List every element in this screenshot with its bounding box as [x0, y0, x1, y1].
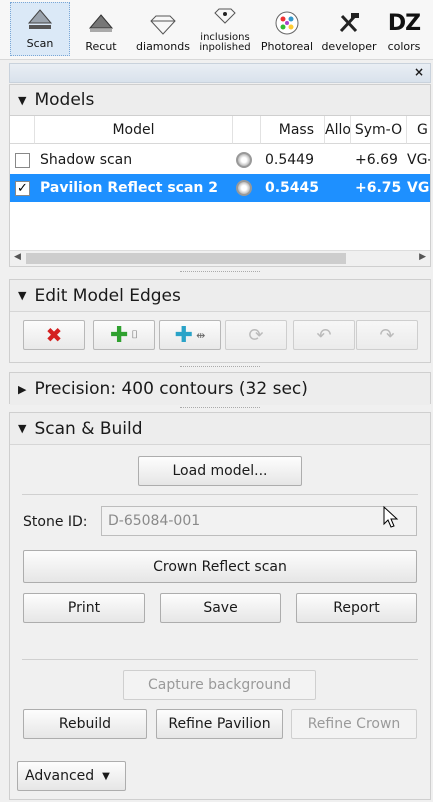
precision-title: Precision: 400 contours (32 sec) — [34, 379, 308, 399]
toolbar-photoreal-label: Photoreal — [260, 40, 314, 53]
scroll-right-icon[interactable]: ▶ — [419, 252, 426, 262]
toolbar-diamonds-label: diamonds — [136, 40, 190, 53]
scroll-thumb[interactable] — [26, 253, 346, 264]
model-grade: VG- — [407, 180, 430, 196]
expand-arrow-icon: ▶ — [18, 382, 27, 396]
table-row[interactable]: Shadow scan 0.5449 +6.69 VG- — [10, 146, 431, 174]
load-model-button[interactable]: Load model... — [138, 456, 302, 486]
toolbar-recut-button[interactable]: Recut — [70, 0, 132, 58]
model-grade: VG- — [407, 152, 431, 168]
refresh-icon: ⟳ — [248, 324, 264, 346]
toolbar-scan-label: Scan — [26, 37, 54, 50]
advanced-dropdown[interactable]: Advanced ▼ — [17, 761, 126, 791]
toolbar-developer-label: developer — [321, 40, 377, 53]
models-header[interactable]: ▼ Models — [10, 85, 430, 116]
delete-edge-button[interactable]: ✖ — [23, 320, 85, 350]
panel-title-strip: × — [9, 63, 431, 83]
dz-logo-icon: DZ — [387, 10, 421, 36]
capture-background-button[interactable]: Capture background — [123, 670, 316, 700]
close-panel-button[interactable]: × — [414, 65, 424, 79]
toolbar-colors-label: colors — [387, 40, 421, 53]
splitter-grip[interactable] — [180, 407, 260, 411]
model-sym: +6.75 — [355, 180, 402, 196]
col-mass-header[interactable]: Mass — [261, 116, 325, 144]
row-checkbox[interactable] — [15, 152, 30, 168]
model-name: Pavilion Reflect scan 2 — [40, 180, 218, 196]
precision-section: ▶ Precision: 400 contours (32 sec) — [9, 372, 431, 405]
move-icon: ⇹ — [196, 328, 206, 342]
divider — [22, 494, 418, 495]
toolbar-colors-button[interactable]: DZ colors — [380, 0, 428, 58]
tools-icon — [334, 8, 364, 38]
splitter-grip[interactable] — [180, 366, 260, 370]
mouse-cursor-icon — [383, 505, 399, 528]
teal-plus-icon: ✚ — [174, 322, 194, 348]
delete-x-icon: ✖ — [45, 323, 63, 347]
refine-crown-button[interactable]: Refine Crown — [291, 709, 417, 739]
toolbar-recut-label: Recut — [85, 40, 117, 53]
add-move-edge-button[interactable]: ✚ ⇹ — [159, 320, 221, 350]
divider — [22, 659, 418, 660]
refine-pavilion-button[interactable]: Refine Pavilion — [156, 709, 283, 739]
col-g-header[interactable]: G — [407, 116, 430, 144]
rebuild-button[interactable]: Rebuild — [23, 709, 147, 739]
refresh-edges-button[interactable]: ⟳ — [225, 320, 287, 350]
model-mass: 0.5445 — [265, 180, 320, 196]
model-mass: 0.5449 — [265, 152, 314, 168]
edit-edges-header[interactable]: ▼ Edit Model Edges — [10, 280, 430, 312]
scan-build-header[interactable]: ▼ Scan & Build — [10, 413, 430, 445]
recut-icon — [86, 8, 116, 38]
row-checkbox[interactable]: ✓ — [15, 180, 30, 196]
splitter-grip[interactable] — [180, 271, 260, 275]
toolbar-inclusions-button[interactable]: inclusions inpolished — [194, 0, 256, 58]
stone-id-field[interactable]: D-65084-001 — [101, 506, 417, 536]
col-symo-header[interactable]: Sym-O — [351, 116, 407, 144]
undo-icon: ↶ — [316, 324, 332, 346]
model-name: Shadow scan — [40, 152, 133, 168]
add-locked-edge-button[interactable]: ✚ ⌷ — [93, 320, 155, 350]
scroll-left-icon[interactable]: ◀ — [14, 252, 21, 262]
toolbar-inclusions-label-2: inpolished — [199, 42, 251, 53]
scan-icon — [25, 5, 55, 35]
edit-edges-title: Edit Model Edges — [34, 285, 181, 306]
collapse-arrow-icon: ▼ — [18, 93, 27, 107]
report-button[interactable]: Report — [296, 593, 417, 623]
top-toolbar: Scan Recut diamonds inclusions inpolishe… — [0, 0, 433, 60]
col-model-header[interactable]: Model — [35, 116, 233, 144]
gem-icon — [236, 152, 252, 168]
undo-button[interactable]: ↶ — [293, 320, 355, 350]
precision-header[interactable]: ▶ Precision: 400 contours (32 sec) — [10, 373, 430, 405]
toolbar-diamonds-button[interactable]: diamonds — [132, 0, 194, 58]
toolbar-developer-button[interactable]: developer — [318, 0, 380, 58]
models-table: Model Mass Allo Sym-O G Shadow scan 0.54… — [9, 115, 431, 267]
col-icon-header — [233, 116, 261, 144]
diamond-icon — [148, 8, 178, 38]
save-button[interactable]: Save — [160, 593, 281, 623]
col-check-header — [10, 116, 35, 144]
toolbar-scan-button[interactable]: Scan — [10, 2, 70, 56]
models-title: Models — [34, 90, 95, 110]
model-sym: +6.69 — [355, 152, 398, 168]
col-allo-header[interactable]: Allo — [325, 116, 351, 144]
toolbar-photoreal-button[interactable]: Photoreal — [256, 0, 318, 58]
advanced-label: Advanced — [25, 768, 95, 784]
horizontal-scrollbar[interactable]: ◀ ▶ — [10, 250, 430, 266]
lock-icon: ⌷ — [131, 328, 139, 341]
models-section: ▼ Models — [9, 84, 431, 116]
chevron-down-icon: ▼ — [102, 770, 110, 782]
green-plus-icon: ✚ — [109, 322, 129, 348]
stone-id-label: Stone ID: — [23, 514, 88, 530]
inclusion-diamond-icon — [210, 1, 240, 31]
redo-icon: ↷ — [379, 324, 395, 346]
redo-button[interactable]: ↷ — [356, 320, 418, 350]
photoreal-icon — [272, 8, 302, 38]
gem-icon — [236, 180, 252, 196]
collapse-arrow-icon: ▼ — [18, 289, 27, 302]
table-row[interactable]: ✓ Pavilion Reflect scan 2 0.5445 +6.75 V… — [10, 174, 430, 202]
crown-reflect-scan-button[interactable]: Crown Reflect scan — [23, 550, 417, 583]
collapse-arrow-icon: ▼ — [18, 422, 27, 435]
scan-build-title: Scan & Build — [34, 418, 143, 439]
print-button[interactable]: Print — [23, 593, 145, 623]
